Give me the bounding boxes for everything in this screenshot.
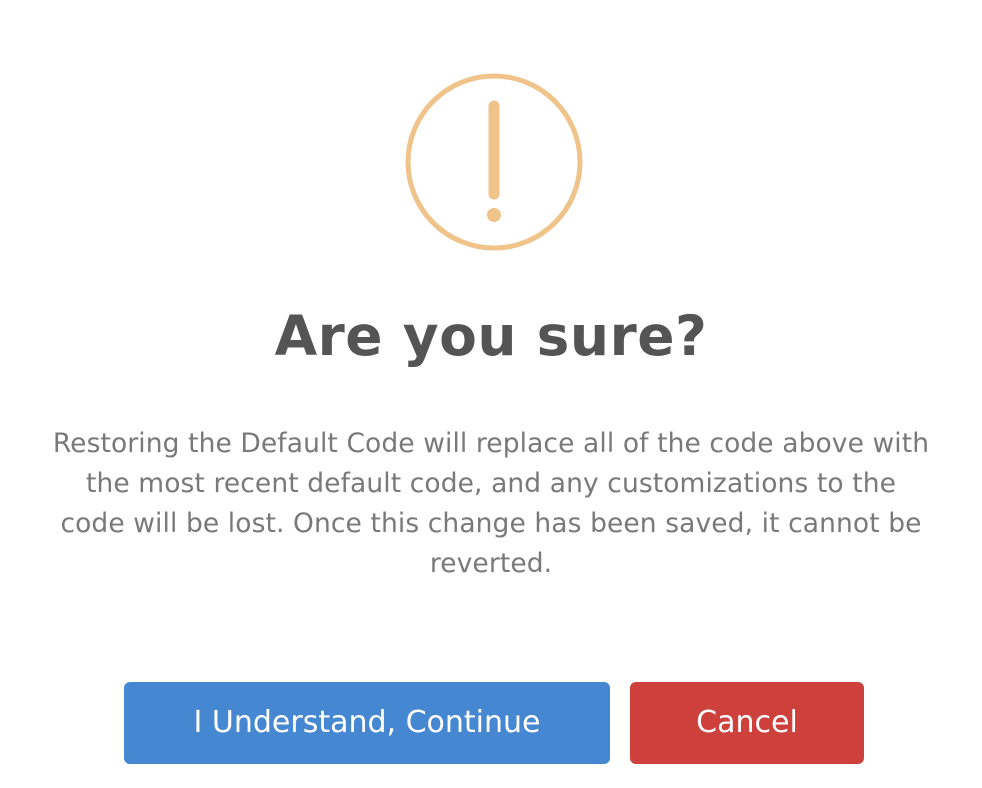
- dialog-title: Are you sure?: [274, 304, 708, 368]
- confirmation-dialog: Are you sure? Restoring the Default Code…: [0, 0, 982, 788]
- confirm-button[interactable]: I Understand, Continue: [124, 682, 610, 764]
- dialog-message: Restoring the Default Code will replace …: [52, 428, 930, 579]
- cancel-button[interactable]: Cancel: [630, 682, 864, 764]
- warning-exclamation-icon: [404, 72, 584, 252]
